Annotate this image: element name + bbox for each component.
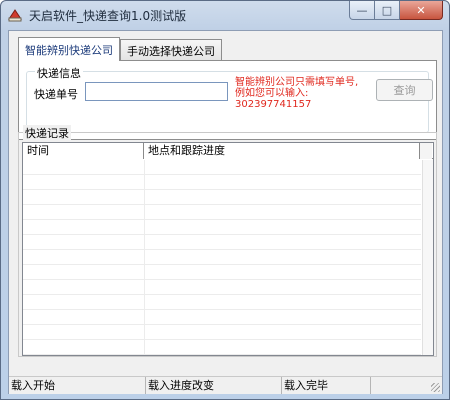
close-icon: ✕ (416, 3, 426, 17)
title-bar[interactable]: 天启软件_快递查询1.0测试版 — □ ✕ (1, 1, 449, 29)
column-divider (144, 160, 145, 355)
maximize-icon: □ (381, 3, 393, 17)
app-logo-icon (8, 9, 22, 22)
minimize-icon: — (356, 3, 368, 17)
resize-grip-icon[interactable] (431, 383, 440, 392)
group-label: 快递信息 (35, 65, 83, 81)
column-header-spacer (420, 143, 432, 159)
tracking-number-input[interactable] (85, 82, 228, 101)
list-gridlines (23, 160, 421, 355)
window-title: 天启软件_快递查询1.0测试版 (29, 9, 187, 23)
window-controls: — □ ✕ (349, 1, 443, 20)
status-cell: 载入进度改变 (146, 377, 282, 394)
maximize-button[interactable]: □ (375, 1, 400, 20)
records-list[interactable]: 时间 地点和跟踪进度 (22, 142, 434, 356)
client-area: 智能辨别快递公司 手动选择快递公司 快递信息 快递单号 智能辨别公司只需填写单号… (8, 30, 443, 394)
tab-panel: 快递信息 快递单号 智能辨别公司只需填写单号, 例如您可以输入: 3023977… (18, 60, 437, 140)
status-bar: 载入开始 载入进度改变 载入完毕 (9, 376, 442, 394)
column-header-time[interactable]: 时间 (23, 143, 144, 159)
tab-manual-select[interactable]: 手动选择快递公司 (120, 39, 222, 61)
close-button[interactable]: ✕ (400, 1, 443, 20)
minimize-button[interactable]: — (349, 1, 375, 20)
records-group-label: 快递记录 (23, 125, 71, 141)
tab-label: 手动选择快递公司 (127, 44, 215, 58)
hint-line: 智能辨别公司只需填写单号, (235, 77, 359, 88)
status-cell: 载入完毕 (282, 377, 371, 394)
list-header: 时间 地点和跟踪进度 (23, 143, 433, 159)
tracking-number-label: 快递单号 (34, 88, 78, 101)
status-cell: 载入开始 (9, 377, 146, 394)
app-window: 天启软件_快递查询1.0测试版 — □ ✕ 智能辨别快递公司 手动选择快递公司 … (0, 0, 450, 400)
hint-example: 302397741157 (235, 99, 312, 110)
status-cell (371, 377, 431, 394)
express-info-group: 快递信息 快递单号 智能辨别公司只需填写单号, 例如您可以输入: 3023977… (26, 65, 433, 133)
column-header-progress[interactable]: 地点和跟踪进度 (144, 143, 420, 159)
query-button[interactable]: 查询 (376, 79, 433, 101)
tab-smart-detect[interactable]: 智能辨别快递公司 (18, 37, 120, 61)
tab-label: 智能辨别快递公司 (25, 43, 113, 57)
hint-text: 智能辨别公司只需填写单号, 例如您可以输入: 302397741157 (235, 77, 375, 110)
hint-line: 例如您可以输入: (235, 88, 309, 99)
list-scrollbar[interactable] (422, 160, 433, 355)
